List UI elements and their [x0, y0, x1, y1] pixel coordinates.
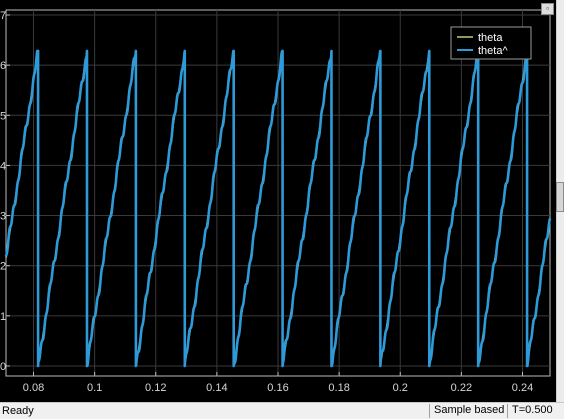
- legend: thetatheta^: [450, 26, 532, 60]
- x-tick-label: 0.08: [23, 382, 44, 394]
- plot-area[interactable]: 0.08 0.1 0.12 0.14 0.16 0.18 0.2 0.22 0.24 0 1 2 3 4 5…: [0, 0, 556, 402]
- y-tick-label: 6: [0, 60, 6, 72]
- sample-time-indicator: T=0.500: [507, 404, 564, 418]
- window-restore-icon[interactable]: ▫: [541, 3, 554, 15]
- x-tick-label: 0.24: [512, 382, 533, 394]
- x-tick-label: 0.1: [87, 382, 102, 394]
- y-tick-label: 1: [0, 311, 6, 323]
- x-tick-label: 0.18: [328, 382, 349, 394]
- legend-label: theta: [478, 32, 503, 44]
- y-tick-label: 2: [0, 261, 6, 273]
- sample-mode-indicator: Sample based: [429, 404, 507, 418]
- y-tick-label: 3: [0, 211, 6, 223]
- collapse-panel-handle[interactable]: [556, 182, 564, 212]
- y-tick-label: 5: [0, 110, 6, 122]
- y-tick-label: 0: [0, 361, 6, 373]
- status-text: Ready: [2, 405, 34, 417]
- x-tick-label: 0.12: [145, 382, 166, 394]
- x-tick-label: 0.2: [393, 382, 408, 394]
- status-bar: Ready Sample based T=0.500: [0, 402, 564, 419]
- x-tick-label: 0.16: [267, 382, 288, 394]
- x-tick-label: 0.14: [206, 382, 227, 394]
- x-tick-label: 0.22: [451, 382, 472, 394]
- scope-window: 0.08 0.1 0.12 0.14 0.16 0.18 0.2 0.22 0.24 0 1 2 3 4 5…: [0, 0, 564, 419]
- y-tick-label: 7: [0, 10, 6, 22]
- legend-label: theta^: [478, 45, 508, 57]
- y-tick-label: 4: [0, 160, 6, 172]
- scope-plot[interactable]: 0.08 0.1 0.12 0.14 0.16 0.18 0.2 0.22 0.24 0 1 2 3 4 5…: [0, 0, 556, 402]
